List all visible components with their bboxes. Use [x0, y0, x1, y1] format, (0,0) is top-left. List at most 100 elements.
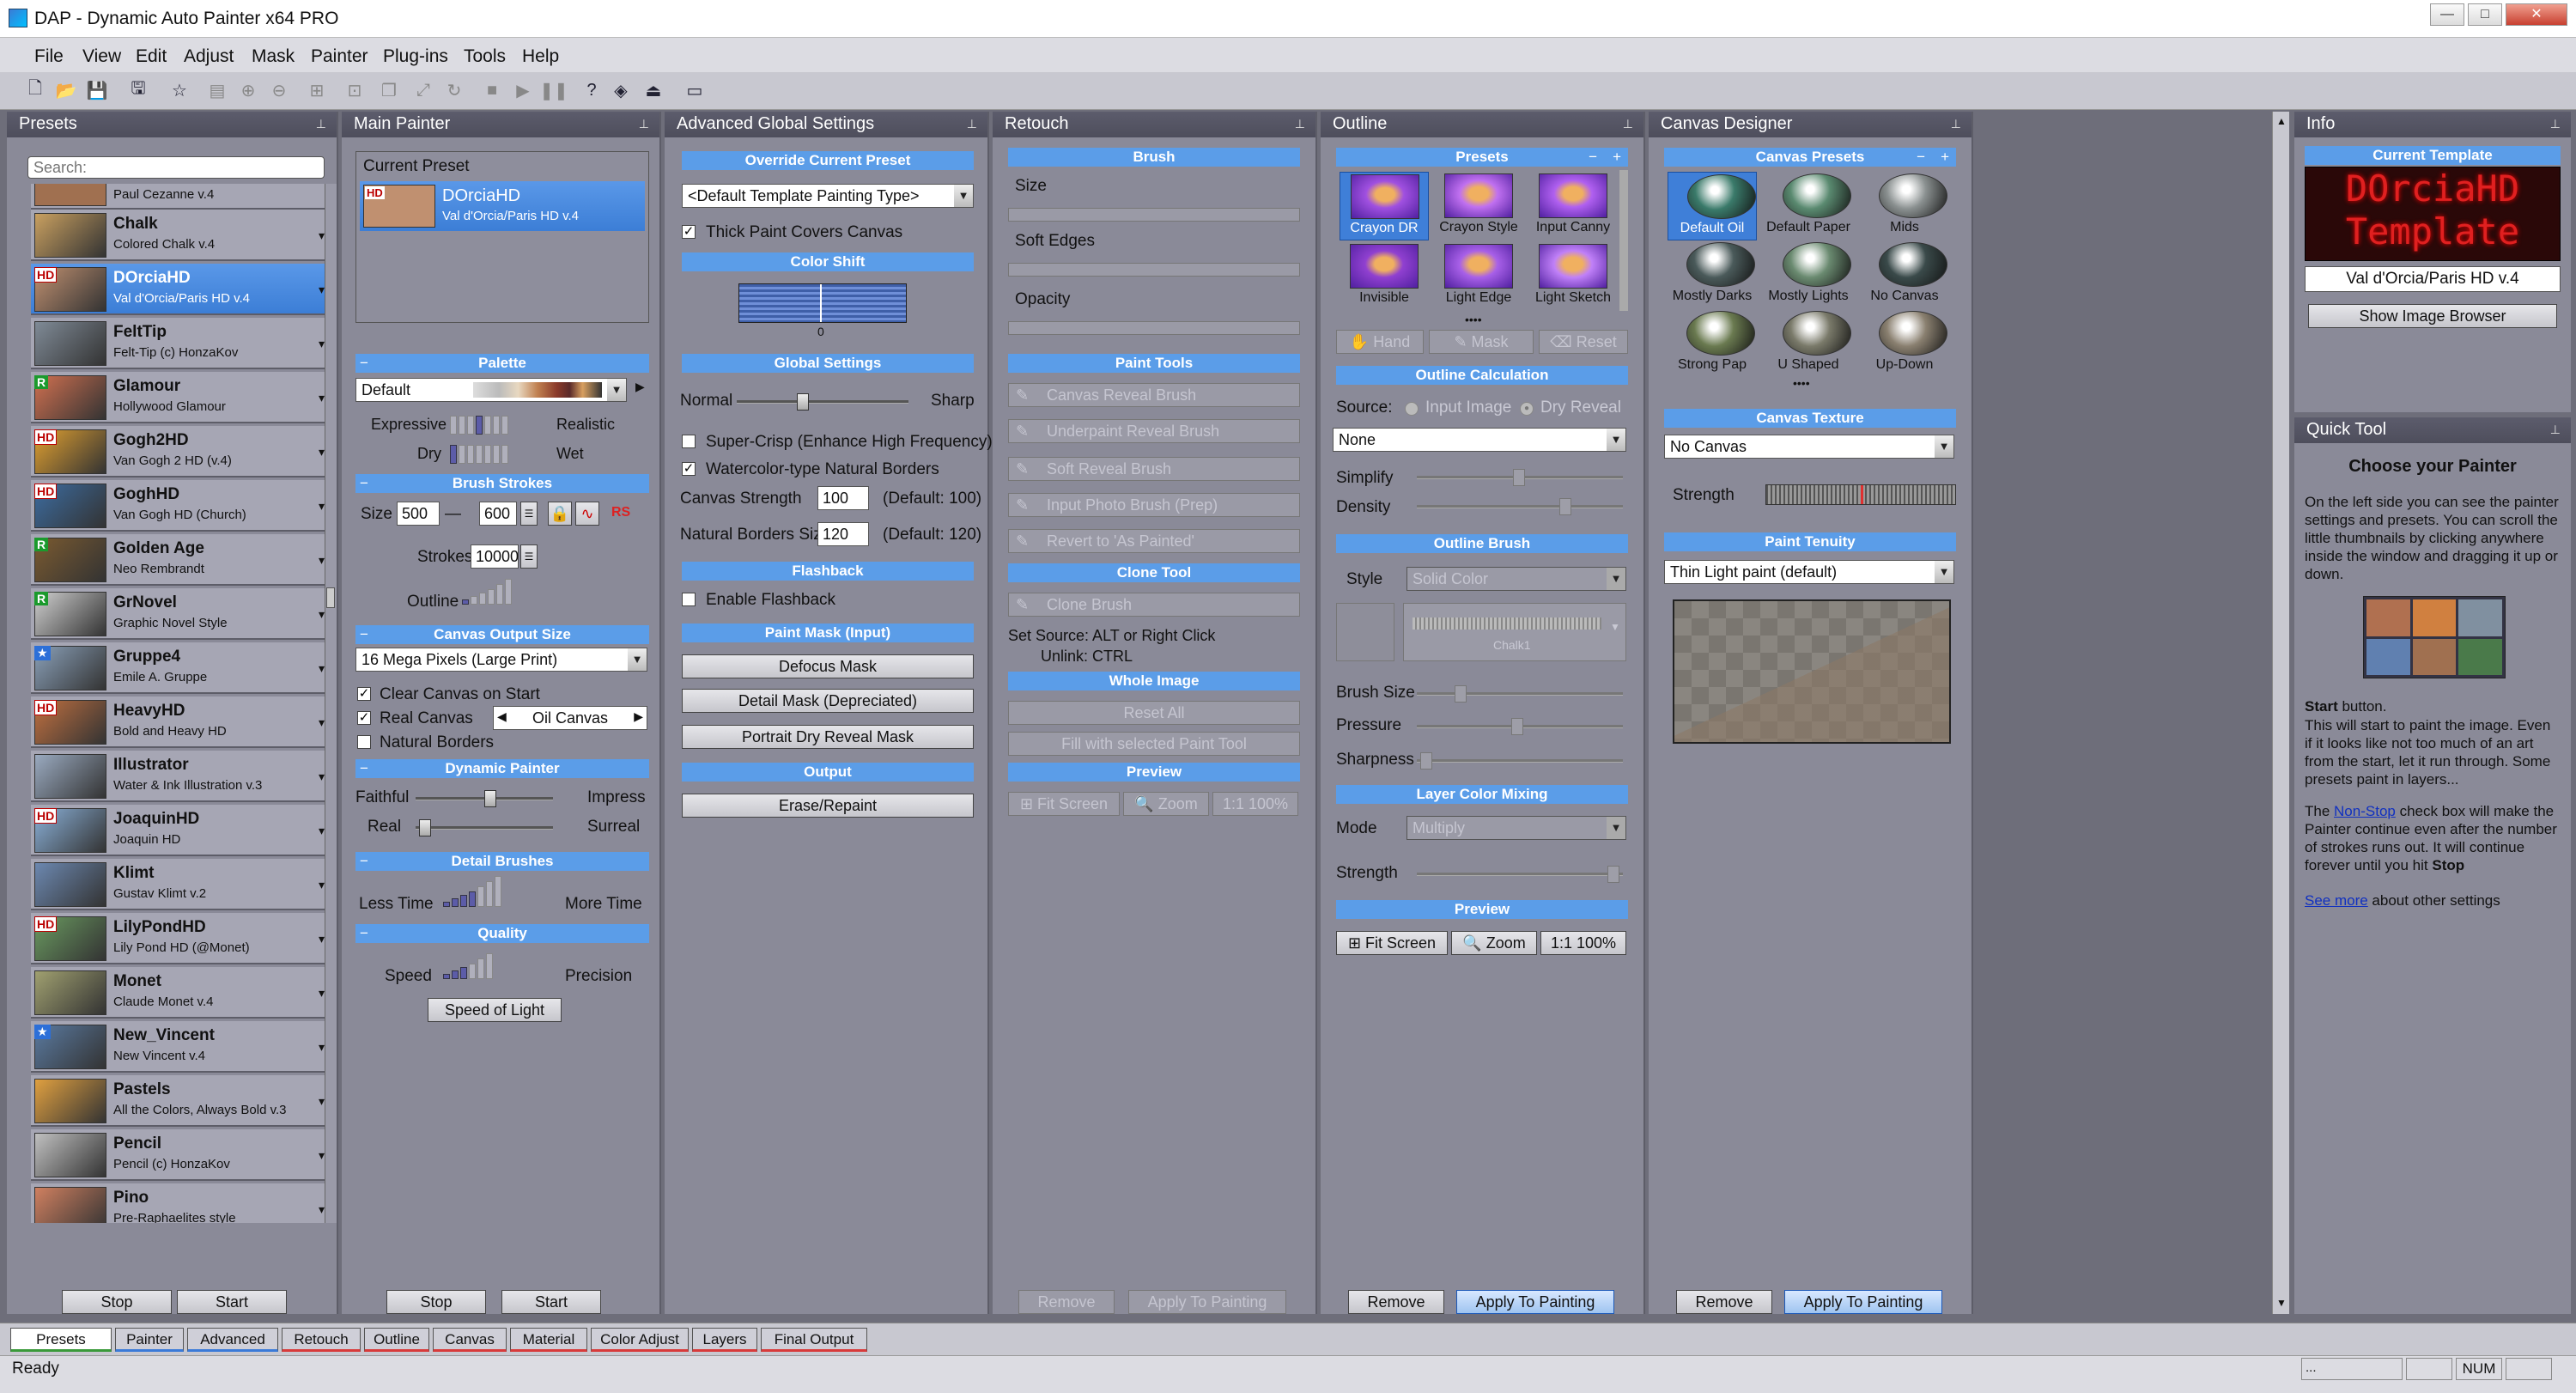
open-folder-icon[interactable]: 📂 [55, 79, 77, 101]
canvas-preset-tile[interactable]: Up-Down [1860, 309, 1949, 378]
outline-color-swatch[interactable] [1336, 603, 1394, 661]
chevron-down-icon[interactable]: ▾ [319, 824, 325, 838]
chevron-down-icon[interactable]: ▾ [319, 1040, 325, 1055]
chevron-down-icon[interactable]: ▾ [319, 878, 325, 892]
preset-item[interactable]: Pastels All the Colors, Always Bold v.3 ▾ [31, 1075, 331, 1127]
outline-fit-screen-button[interactable]: ⊞ Fit Screen [1336, 931, 1448, 955]
outline-preset-tile[interactable]: Crayon Style [1434, 172, 1523, 240]
preset-item[interactable]: FeltTip Felt-Tip (c) HonzaKov ▾ [31, 318, 331, 369]
normal-sharp-slider[interactable] [737, 393, 908, 411]
outline-reset-button[interactable]: ⌫ Reset [1539, 330, 1628, 354]
menu-view[interactable]: View [82, 46, 121, 67]
pressure-slider[interactable] [1417, 718, 1623, 735]
size-min-input[interactable]: 500 [397, 502, 440, 526]
detail-brushes-meter[interactable] [443, 876, 501, 907]
detail-mask-button[interactable]: Detail Mask (Depreciated) [682, 689, 974, 713]
presets-stop-button[interactable]: Stop [62, 1290, 172, 1314]
soft-edges-slider[interactable] [1008, 263, 1300, 277]
reset-all-button[interactable]: Reset All [1008, 701, 1300, 725]
main-start-button[interactable]: Start [501, 1290, 601, 1314]
canvas-preset-tile[interactable]: Mids [1860, 172, 1949, 240]
menu-adjust[interactable]: Adjust [184, 46, 234, 67]
show-image-browser-button[interactable]: Show Image Browser [2308, 304, 2557, 328]
mask-button[interactable]: ✎ Mask [1429, 330, 1534, 354]
mixing-strength-slider[interactable] [1417, 866, 1623, 883]
input-image-radio[interactable] [1405, 402, 1419, 416]
preset-item[interactable]: HD JoaquinHD Joaquin HD ▾ [31, 805, 331, 856]
chevron-down-icon[interactable]: ▾ [319, 769, 325, 784]
canvas-reveal-brush-button[interactable]: ✎ Canvas Reveal Brush [1008, 383, 1300, 407]
menu-plugins[interactable]: Plug-ins [383, 46, 448, 67]
favorite-star-icon[interactable]: ☆ [168, 79, 191, 101]
preset-item[interactable]: Paul Cezanne v.4 [31, 184, 331, 210]
retouch-remove-button[interactable]: Remove [1018, 1290, 1115, 1314]
override-preset-dropdown[interactable]: <Default Template Painting Type> ▼ [682, 184, 974, 208]
fit-screen-icon[interactable]: ⊞ [306, 79, 328, 101]
rotate-icon[interactable]: ↻ [443, 79, 465, 101]
portrait-dry-reveal-mask-button[interactable]: Portrait Dry Reveal Mask [682, 725, 974, 749]
menu-edit[interactable]: Edit [136, 46, 167, 67]
tab-retouch[interactable]: Retouch [282, 1328, 361, 1352]
clear-canvas-checkbox[interactable]: ✓ [357, 687, 371, 701]
color-shift-control[interactable] [738, 283, 907, 323]
canvas-remove-button[interactable]: Remove [1676, 1290, 1772, 1314]
pin-icon[interactable]: ⊥ [639, 117, 649, 131]
menu-painter[interactable]: Painter [311, 46, 368, 67]
pin-icon[interactable]: ⊥ [1623, 117, 1633, 131]
input-photo-brush-button[interactable]: ✎ Input Photo Brush (Prep) [1008, 493, 1300, 517]
menu-help[interactable]: Help [522, 46, 559, 67]
revert-brush-button[interactable]: ✎ Revert to 'As Painted' [1008, 529, 1300, 553]
hand-button[interactable]: ✋ Hand [1336, 330, 1424, 354]
brush-strokes-section-header[interactable]: − Brush Strokes [355, 474, 649, 493]
menu-mask[interactable]: Mask [252, 46, 295, 67]
pin-icon[interactable]: ⊥ [2550, 423, 2561, 437]
sharpness-slider[interactable] [1417, 752, 1623, 769]
paint-tenuity-dropdown[interactable]: Thin Light paint (default) ▼ [1664, 560, 1954, 584]
strokes-spinner[interactable]: ☰ [520, 544, 538, 569]
canvas-apply-button[interactable]: Apply To Painting [1784, 1290, 1942, 1314]
minimize-button[interactable]: — [2430, 3, 2464, 26]
outline-preset-tile[interactable]: Light Edge [1434, 242, 1523, 311]
faithful-impress-slider[interactable] [416, 790, 553, 807]
preset-item[interactable]: R Glamour Hollywood Glamour ▾ [31, 372, 331, 423]
tab-final-output[interactable]: Final Output [761, 1328, 867, 1352]
palette-section-header[interactable]: − Palette [355, 354, 649, 373]
outline-brush-size-slider[interactable] [1417, 685, 1623, 703]
menu-file[interactable]: File [34, 46, 64, 67]
fill-selected-tool-button[interactable]: Fill with selected Paint Tool [1008, 732, 1300, 756]
tab-canvas[interactable]: Canvas [433, 1328, 507, 1352]
preset-item[interactable]: HD Gogh2HD Van Gogh 2 HD (v.4) ▾ [31, 426, 331, 478]
palette-more-icon[interactable]: ▶ [635, 380, 645, 394]
outline-preset-tile[interactable]: Invisible [1340, 242, 1429, 311]
outline-meter[interactable] [462, 575, 512, 605]
monitor-icon[interactable]: ▭ [683, 79, 706, 101]
preset-item[interactable]: R Golden Age Neo Rembrandt ▾ [31, 534, 331, 586]
stop-icon[interactable]: ■ [481, 79, 503, 101]
real-canvas-checkbox[interactable]: ✓ [357, 711, 371, 725]
chevron-down-icon[interactable]: ▾ [319, 228, 325, 243]
chevron-down-icon[interactable]: ▾ [319, 607, 325, 622]
upload-icon[interactable]: ⏏ [642, 79, 665, 101]
pin-icon[interactable]: ⊥ [316, 117, 326, 131]
tab-layers[interactable]: Layers [692, 1328, 757, 1352]
canvas-preset-tile[interactable]: Mostly Lights [1764, 240, 1853, 309]
thick-paint-checkbox[interactable]: ✓ [682, 225, 696, 239]
defocus-mask-button[interactable]: Defocus Mask [682, 654, 974, 678]
chevron-down-icon[interactable]: ▾ [319, 661, 325, 676]
tab-color-adjust[interactable]: Color Adjust [591, 1328, 689, 1352]
chevron-down-icon[interactable]: ▾ [319, 283, 325, 297]
retouch-fit-screen-button[interactable]: ⊞ Fit Screen [1008, 792, 1120, 816]
mixing-mode-dropdown[interactable]: Multiply ▼ [1406, 816, 1626, 840]
size-max-input[interactable]: 600 [479, 502, 517, 526]
dynamic-painter-section-header[interactable]: − Dynamic Painter [355, 759, 649, 778]
canvas-output-section-header[interactable]: − Canvas Output Size [355, 625, 649, 644]
tab-outline[interactable]: Outline [364, 1328, 429, 1352]
chevron-down-icon[interactable]: ▾ [319, 553, 325, 568]
play-icon[interactable]: ▶ [512, 79, 534, 101]
preset-scrollbar[interactable] [325, 184, 337, 1223]
preset-item[interactable]: HD HeavyHD Bold and Heavy HD ▾ [31, 696, 331, 748]
outline-style-dropdown[interactable]: Solid Color ▼ [1406, 567, 1626, 591]
wave-icon[interactable]: ∿ [575, 502, 599, 526]
strokes-input[interactable]: 10000 [471, 544, 519, 569]
canvas-preset-tile[interactable]: Default Oil [1668, 172, 1757, 240]
